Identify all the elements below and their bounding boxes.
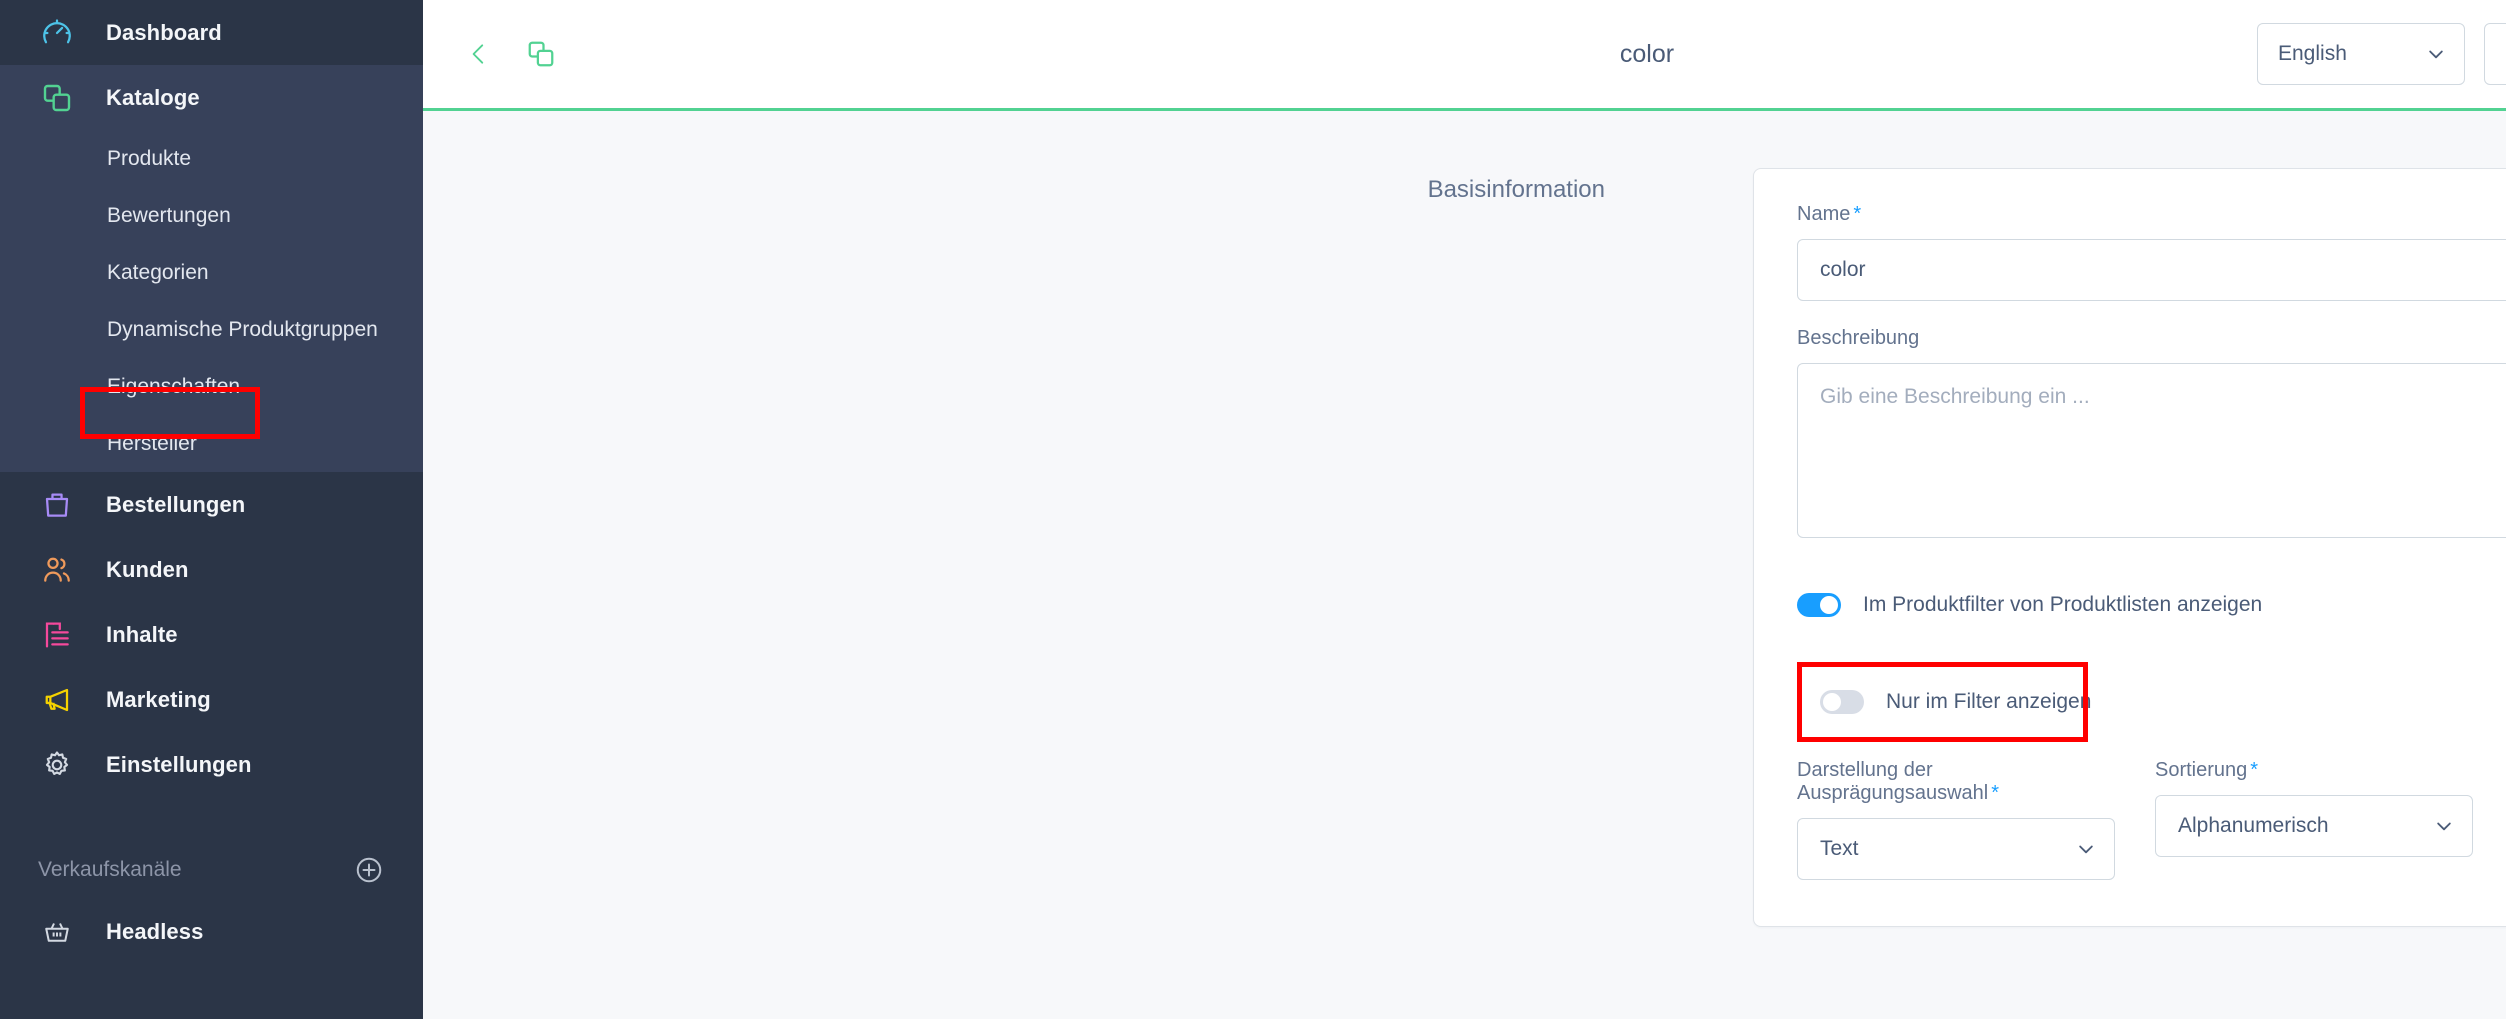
sidebar-item-bestellungen[interactable]: Bestellungen [0,472,423,537]
topbar-actions: English Abbrechen Speichern [2257,23,2506,85]
sidebar-item-label: Headless [106,918,204,944]
sidebar-subitem-label: Hersteller [107,431,197,455]
description-textarea[interactable] [1797,363,2506,538]
chevron-down-icon [2434,816,2454,836]
sorting-label-text: Sortierung [2155,759,2248,781]
page-title: color [1619,39,1675,68]
sidebar-item-label: Kataloge [106,84,200,110]
megaphone-icon [38,681,76,719]
toggle-row-filter-only[interactable]: Nur im Filter anzeigen [1820,690,2091,714]
sidebar-item-einstellungen[interactable]: Einstellungen [0,732,423,797]
gear-icon [38,746,76,784]
toggle-row-filterable[interactable]: Im Produktfilter von Produktlisten anzei… [1797,593,2506,617]
name-label-text: Name [1797,203,1851,225]
content-icon [38,616,76,654]
description-label: Beschreibung [1797,327,1920,349]
sidebar-item-label: Bestellungen [106,491,246,517]
required-asterisk: * [1991,782,2000,804]
toggle-filter-only-switch[interactable] [1820,690,1864,714]
sidebar-section-verkaufskanaele: Verkaufskanäle [0,841,423,899]
chevron-down-icon [2076,839,2096,859]
topbar-left-group [459,34,561,74]
field-sorting: Sortierung * Alphanumerisch [2155,759,2473,880]
sidebar-item-label: Dashboard [106,19,222,45]
sidebar-subitem-label: Kategorien [107,260,209,284]
sidebar-item-label: Kunden [106,556,189,582]
gauge-icon [38,14,76,52]
name-input[interactable] [1797,239,2506,301]
catalog-stack-icon[interactable] [521,34,561,74]
sidebar-subitem-label: Produkte [107,146,192,170]
sidebar-subitem-label: Dynamische Produktgruppen [107,317,378,341]
content-area: Basisinformation Name* Beschreibung [423,111,2506,1019]
field-description: Beschreibung [1797,327,2506,543]
toggle-filterable-label: Im Produktfilter von Produktlisten anzei… [1863,593,2263,616]
required-asterisk: * [2250,759,2259,781]
toggle-knob [1823,693,1841,711]
sidebar-item-kataloge[interactable]: Kataloge [0,65,423,130]
sidebar-item-kunden[interactable]: Kunden [0,537,423,602]
language-select[interactable]: English [2257,23,2465,85]
toggle-filterable-switch[interactable] [1797,593,1841,617]
main-area: color English Abbrechen Speichern Basisi… [423,0,2506,1019]
settings-columns: Darstellung der Ausprägungsauswahl * Text [1797,759,2506,880]
bag-icon [38,486,76,524]
sorting-value: Alphanumerisch [2178,814,2329,837]
display-type-label-text: Darstellung der Ausprägungsauswahl [1797,759,1989,804]
app-root: Dashboard Kataloge Produkte Bewertungen … [0,0,2506,1019]
field-display-type: Darstellung der Ausprägungsauswahl * Text [1797,759,2115,880]
sidebar-item-label: Inhalte [106,621,178,647]
sorting-label: Sortierung * [2155,759,2473,782]
sidebar-subitem-label: Eigenschaften [107,374,241,398]
toggle-row-filter-only-wrapper: Nur im Filter anzeigen [1797,662,2506,742]
sidebar-item-hersteller[interactable]: Hersteller [0,415,423,472]
name-label: Name * [1797,203,2506,226]
sidebar: Dashboard Kataloge Produkte Bewertungen … [0,0,423,1019]
form-row: Basisinformation Name* Beschreibung [423,168,2506,927]
sidebar-section-title: Verkaufskanäle [38,858,182,881]
chevron-left-icon[interactable] [459,34,499,74]
sidebar-group-kataloge: Kataloge Produkte Bewertungen Kategorien… [0,65,423,472]
plus-circle-icon[interactable] [353,854,385,886]
language-select-value: English [2278,42,2347,65]
section-label-basisinformation: Basisinformation [1427,176,1605,203]
sidebar-item-marketing[interactable]: Marketing [0,667,423,732]
toggle-filter-only-label: Nur im Filter anzeigen [1886,690,2092,713]
sidebar-item-dynamische-produktgruppen[interactable]: Dynamische Produktgruppen [0,301,423,358]
field-name: Name * [1797,203,2506,301]
sidebar-item-produkte[interactable]: Produkte [0,130,423,187]
catalog-stack-icon [38,79,76,117]
sidebar-item-kategorien[interactable]: Kategorien [0,244,423,301]
chevron-down-icon [2426,44,2446,64]
basisinformation-card: Name* Beschreibung Im Produktfilter von … [1753,168,2506,927]
sidebar-item-eigenschaften[interactable]: Eigenschaften [0,358,423,415]
customers-icon [38,551,76,589]
sidebar-item-inhalte[interactable]: Inhalte [0,602,423,667]
display-type-select[interactable]: Text [1797,818,2115,880]
topbar: color English Abbrechen Speichern [423,0,2506,111]
display-type-value: Text [1820,837,1859,860]
cancel-button[interactable]: Abbrechen [2484,23,2506,85]
required-asterisk: * [1853,203,1862,225]
display-type-label: Darstellung der Ausprägungsauswahl * [1797,759,2115,805]
sidebar-subitem-label: Bewertungen [107,203,231,227]
toggle-knob [1820,596,1838,614]
sidebar-item-label: Einstellungen [106,751,252,777]
sorting-select[interactable]: Alphanumerisch [2155,795,2473,857]
basket-icon [38,913,76,951]
sidebar-item-headless[interactable]: Headless [0,899,423,964]
sidebar-item-label: Marketing [106,686,211,712]
sidebar-item-dashboard[interactable]: Dashboard [0,0,423,65]
sidebar-item-bewertungen[interactable]: Bewertungen [0,187,423,244]
